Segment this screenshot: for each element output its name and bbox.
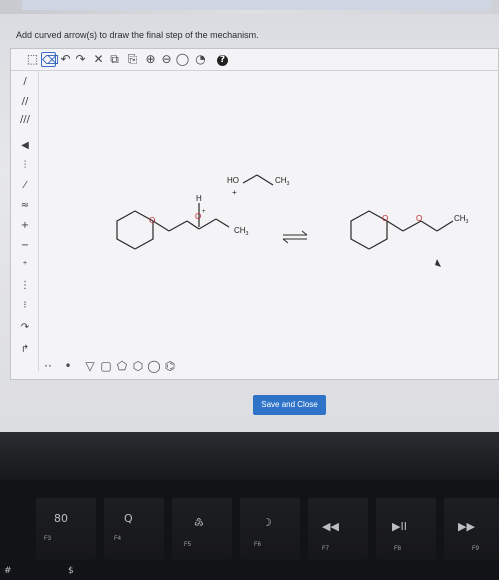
help-icon[interactable]: ?: [217, 55, 228, 66]
zoom-in-icon[interactable]: ⊕: [143, 52, 158, 67]
equilibrium-arrow: [282, 230, 308, 244]
positive-charge-icon[interactable]: +: [15, 219, 35, 233]
radical-icon[interactable]: ⁺: [15, 259, 35, 273]
curved-arrow-icon[interactable]: ↷: [15, 321, 35, 335]
reactant-ring-oxygen: O: [149, 216, 155, 225]
mission-control-icon: 80: [54, 512, 68, 525]
key-f5[interactable]: ♴ F5: [172, 498, 232, 560]
paste-icon[interactable]: ⎘: [125, 52, 140, 67]
copy-icon[interactable]: ⧉: [107, 52, 122, 67]
select-icon[interactable]: ⬚: [25, 52, 40, 67]
reactant-h-label: H: [196, 194, 202, 203]
question-prompt: Add curved arrow(s) to draw the final st…: [16, 30, 259, 40]
key-f3[interactable]: 80 F3: [36, 498, 96, 560]
editor-toolbar: ⬚ ⌫ ↶ ↷ ✕ ⧉ ⎘ ⊕ ⊖ ◯ ◔ ?: [11, 49, 499, 71]
product-structure: [350, 210, 454, 250]
eraser-icon[interactable]: ⌫: [41, 52, 59, 67]
play-pause-icon: ▶II: [392, 520, 407, 533]
delete-icon[interactable]: ✕: [91, 52, 106, 67]
ethanol-structure: [242, 174, 274, 186]
dot-icon[interactable]: •: [61, 359, 75, 373]
electron-pair-icon[interactable]: ⁝: [15, 299, 35, 313]
reactant-ch3: CH3: [234, 226, 249, 237]
bond-tool-palette: / // /// ◀ ⫶ ⁄ ≈ + − ⁺ ⋮ ⁝ ↷ ↱: [11, 71, 39, 371]
drawing-canvas[interactable]: O H O + CH3 HO + CH3 O O CH3: [39, 71, 499, 357]
do-not-disturb-icon: ☽: [262, 516, 272, 529]
undo-icon[interactable]: ↶: [58, 52, 73, 67]
key-f6[interactable]: ☽ F6: [240, 498, 300, 560]
key-f8[interactable]: ▶II F8: [376, 498, 436, 560]
chain-icon[interactable]: ⁄: [15, 179, 35, 193]
ethanol-plus: +: [232, 188, 237, 197]
laptop-bezel: [0, 432, 499, 480]
lone-pair-icon[interactable]: ⋮: [15, 279, 35, 293]
zoom-reset-icon[interactable]: ◯: [175, 52, 190, 67]
product-ch3: CH3: [454, 214, 469, 225]
mouse-cursor-icon: [435, 259, 441, 267]
ethanol-ho: HO: [227, 176, 239, 185]
hexagon-ring-icon[interactable]: ⬡: [131, 359, 145, 373]
key-dollar-label: $: [68, 566, 74, 576]
double-bond-icon[interactable]: //: [15, 95, 35, 109]
hash-bond-icon[interactable]: ⫶: [15, 159, 35, 173]
shape-tool-row: ·· • ▽ ▢ ⬠ ⬡ ◯ ⌬: [39, 357, 199, 377]
rewind-icon: ◀◀: [322, 520, 339, 533]
laptop-screen: Add curved arrow(s) to draw the final st…: [0, 0, 499, 432]
redo-icon[interactable]: ↷: [73, 52, 88, 67]
product-ether-oxygen: O: [416, 214, 422, 223]
reactant-ring: [116, 203, 230, 250]
zoom-out-icon[interactable]: ⊖: [159, 52, 174, 67]
dots-icon[interactable]: ··: [41, 359, 55, 373]
ethanol-ch3: CH3: [275, 176, 290, 187]
negative-charge-icon[interactable]: −: [15, 239, 35, 253]
square-ring-icon[interactable]: ▢: [99, 359, 113, 373]
reactant-oxonium-oxygen: O: [195, 212, 201, 221]
single-electron-arrow-icon[interactable]: ↱: [15, 343, 35, 357]
key-hash-label: #: [4, 566, 12, 576]
save-and-close-button[interactable]: Save and Close: [253, 395, 326, 415]
spotlight-icon: Q: [124, 512, 133, 525]
reactant-plus: +: [202, 209, 206, 215]
triple-bond-icon[interactable]: ///: [15, 113, 35, 127]
pentagon-ring-icon[interactable]: ⬠: [115, 359, 129, 373]
browser-top-strip: [0, 0, 499, 14]
zoom-fit-icon[interactable]: ◔: [193, 52, 208, 67]
wavy-bond-icon[interactable]: ≈: [15, 199, 35, 213]
wedge-bond-icon[interactable]: ◀: [15, 139, 35, 153]
heptagon-ring-icon[interactable]: ◯: [147, 359, 161, 373]
product-ring-oxygen: O: [382, 214, 388, 223]
single-bond-icon[interactable]: /: [15, 75, 35, 89]
benzene-ring-icon[interactable]: ⌬: [163, 359, 177, 373]
key-f7[interactable]: ◀◀ F7: [308, 498, 368, 560]
key-f4[interactable]: Q F4: [104, 498, 164, 560]
dictation-icon: ♴: [194, 516, 204, 529]
fast-forward-icon: ▶▶: [458, 520, 475, 533]
triangle-ring-icon[interactable]: ▽: [83, 359, 97, 373]
structure-editor: ⬚ ⌫ ↶ ↷ ✕ ⧉ ⎘ ⊕ ⊖ ◯ ◔ ? / // /// ◀ ⫶ ⁄ ≈…: [10, 48, 499, 380]
key-f9[interactable]: ▶▶ F9: [444, 498, 499, 560]
